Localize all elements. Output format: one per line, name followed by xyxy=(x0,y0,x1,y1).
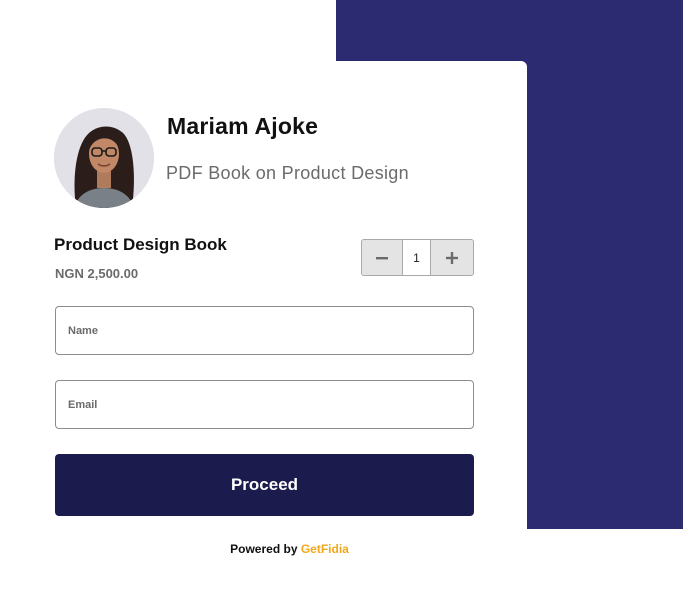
powered-by-footer: Powered by GetFidia xyxy=(0,542,527,556)
product-price: NGN 2,500.00 xyxy=(55,266,139,281)
product-title: Product Design Book xyxy=(54,235,227,254)
email-field-container xyxy=(55,380,474,429)
plus-icon xyxy=(446,251,458,264)
name-field-container xyxy=(55,306,474,355)
quantity-stepper: 1 xyxy=(361,239,474,276)
checkout-card: Mariam Ajoke PDF Book on Product Design … xyxy=(0,61,527,593)
minus-icon xyxy=(376,256,388,259)
proceed-button[interactable]: Proceed xyxy=(55,454,474,516)
email-field[interactable] xyxy=(56,381,473,428)
decrease-quantity-button[interactable] xyxy=(362,240,402,275)
seller-name: Mariam Ajoke xyxy=(167,113,319,139)
name-field[interactable] xyxy=(56,307,473,354)
powered-by-label: Powered by xyxy=(230,542,298,556)
increase-quantity-button[interactable] xyxy=(431,240,473,275)
quantity-value[interactable]: 1 xyxy=(402,240,431,275)
avatar xyxy=(54,108,154,208)
brand-link[interactable]: GetFidia xyxy=(301,542,349,556)
product-subtitle: PDF Book on Product Design xyxy=(166,163,409,183)
avatar-photo xyxy=(54,108,154,208)
